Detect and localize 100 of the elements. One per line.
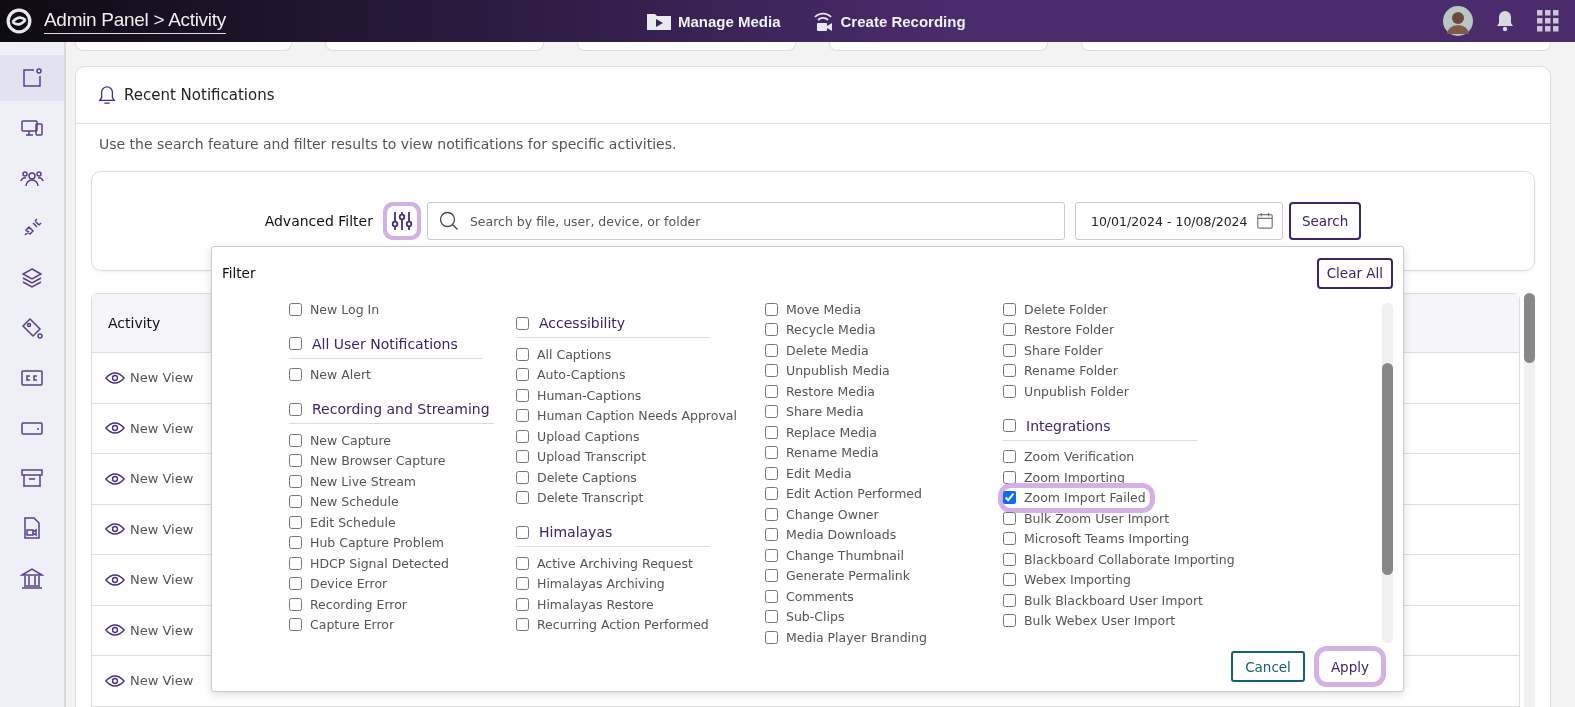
checkbox[interactable] <box>765 364 778 378</box>
filter-option[interactable]: Hub Capture Problem <box>289 532 448 553</box>
checkbox[interactable] <box>765 589 778 603</box>
filter-option[interactable]: Change Thumbnail <box>765 545 908 566</box>
checkbox[interactable] <box>1003 450 1016 464</box>
checkbox[interactable] <box>289 577 302 591</box>
checkbox[interactable] <box>516 618 529 632</box>
filter-option[interactable]: New Capture <box>289 430 395 451</box>
checkbox[interactable] <box>289 618 302 632</box>
checkbox[interactable] <box>765 487 778 501</box>
search-field[interactable]: Search by file, user, device, or folder <box>426 202 1065 240</box>
checkbox[interactable] <box>289 495 302 509</box>
checkbox[interactable] <box>289 515 302 529</box>
filter-option[interactable]: Bulk Blackboard User Import <box>1003 590 1208 611</box>
filter-option[interactable]: Edit Media <box>765 463 856 484</box>
date-range-field[interactable]: 10/01/2024 - 10/08/2024 <box>1074 202 1283 240</box>
checkbox[interactable] <box>1003 614 1016 628</box>
checkbox[interactable] <box>1003 384 1016 398</box>
checkbox[interactable] <box>1003 323 1016 337</box>
filter-option[interactable]: New Live Stream <box>289 471 420 492</box>
avatar-icon[interactable] <box>1443 6 1473 36</box>
checkbox[interactable] <box>516 429 529 443</box>
checkbox[interactable] <box>765 548 778 562</box>
filter-option[interactable]: Share Media <box>765 401 868 422</box>
header-action-button[interactable]: Create Recording <box>810 9 966 33</box>
checkbox[interactable] <box>765 323 778 337</box>
filter-option[interactable]: Capture Error <box>289 614 399 635</box>
checkbox[interactable] <box>289 556 302 570</box>
checkbox[interactable] <box>765 610 778 624</box>
checkbox[interactable] <box>516 388 529 402</box>
filter-option[interactable]: Unpublish Folder <box>1003 381 1133 402</box>
group-heading[interactable]: Recording and Streaming <box>289 395 494 424</box>
checkbox[interactable] <box>516 347 529 361</box>
checkbox[interactable] <box>765 630 778 644</box>
checkbox[interactable] <box>1003 573 1016 587</box>
filter-option[interactable]: Recycle Media <box>765 319 880 340</box>
checkbox[interactable] <box>765 405 778 419</box>
filter-option[interactable]: Zoom Verification <box>1003 446 1139 467</box>
checkbox[interactable] <box>1003 511 1016 525</box>
checkbox[interactable] <box>516 556 529 570</box>
filter-option[interactable]: Comments <box>765 586 858 607</box>
checkbox[interactable] <box>516 316 529 330</box>
checkbox[interactable] <box>1003 593 1016 607</box>
checkbox[interactable] <box>1003 470 1016 484</box>
filter-option[interactable]: Upload Transcript <box>516 446 651 467</box>
filter-option[interactable]: Active Archiving Request <box>516 553 697 574</box>
checkbox[interactable] <box>516 597 529 611</box>
checkbox[interactable] <box>289 302 302 316</box>
filter-option[interactable]: Himalayas Restore <box>516 594 658 615</box>
checkbox[interactable] <box>765 446 778 460</box>
logo-icon[interactable] <box>6 8 32 34</box>
sidebar-item[interactable] <box>0 55 64 101</box>
checkbox[interactable] <box>1003 343 1016 357</box>
checkbox[interactable] <box>1003 302 1016 316</box>
checkbox[interactable] <box>765 302 778 316</box>
filter-option[interactable]: Delete Transcript <box>516 487 648 508</box>
filter-option[interactable]: New Schedule <box>289 491 403 512</box>
checkbox[interactable] <box>516 470 529 484</box>
header-action-button[interactable]: Manage Media <box>646 9 781 33</box>
group-heading[interactable]: Accessibility <box>516 309 710 338</box>
checkbox[interactable] <box>289 597 302 611</box>
filter-option[interactable]: Recording Error <box>289 594 411 615</box>
filter-option[interactable]: Delete Folder <box>1003 299 1112 320</box>
breadcrumb-link[interactable]: Admin Panel > Activity <box>44 8 226 34</box>
filter-option[interactable]: Rename Folder <box>1003 360 1122 381</box>
checkbox[interactable] <box>765 384 778 398</box>
clear-all-button[interactable]: Clear All <box>1316 257 1393 289</box>
filter-option[interactable]: Sub-Clips <box>765 606 849 627</box>
checkbox[interactable] <box>765 507 778 521</box>
checkbox[interactable] <box>1003 552 1016 566</box>
checkbox[interactable] <box>516 450 529 464</box>
apps-grid-icon[interactable] <box>1537 10 1559 32</box>
checkbox[interactable] <box>765 569 778 583</box>
filter-option[interactable]: Media Player Branding <box>765 627 931 648</box>
checkbox[interactable] <box>1003 532 1016 546</box>
filter-option[interactable]: Device Error <box>289 573 392 594</box>
group-heading[interactable]: Himalayas <box>516 518 710 547</box>
checkbox[interactable] <box>516 525 529 539</box>
filter-option[interactable]: All Captions <box>516 344 616 365</box>
filter-option[interactable]: Bulk Zoom User Import <box>1003 508 1174 529</box>
filter-option[interactable]: Replace Media <box>765 422 881 443</box>
group-heading[interactable]: Integrations <box>1003 411 1197 441</box>
filter-option[interactable]: Microsoft Teams Importing <box>1003 528 1194 549</box>
checkbox[interactable] <box>289 402 302 416</box>
filter-option[interactable]: Upload Captions <box>516 426 644 447</box>
filter-option[interactable]: Blackboard Collaborate Importing <box>1003 549 1239 570</box>
checkbox[interactable] <box>289 433 302 447</box>
filter-option[interactable]: Rename Media <box>765 442 883 463</box>
filter-option[interactable]: Share Folder <box>1003 340 1107 361</box>
checkbox[interactable] <box>516 491 529 505</box>
cancel-button[interactable]: Cancel <box>1231 651 1305 682</box>
filter-option[interactable]: HDCP Signal Detected <box>289 553 453 574</box>
checkbox[interactable] <box>516 409 529 423</box>
group-heading[interactable]: All User Notifications <box>289 329 483 359</box>
filter-option[interactable]: Himalayas Archiving <box>516 573 669 594</box>
checkbox[interactable] <box>289 454 302 468</box>
filter-option[interactable]: Human Caption Needs Approval <box>516 405 741 426</box>
filter-option[interactable]: Bulk Webex User Import <box>1003 610 1180 631</box>
filter-option[interactable]: Edit Schedule <box>289 512 400 533</box>
scrollbar[interactable] <box>1524 293 1535 707</box>
